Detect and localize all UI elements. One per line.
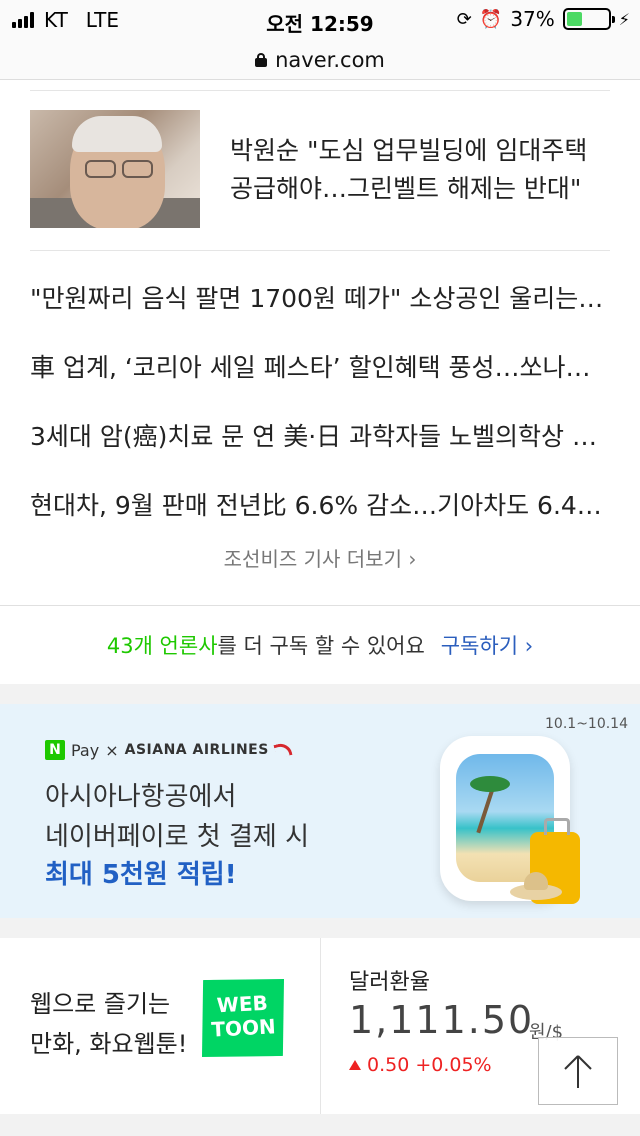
spacer bbox=[0, 918, 640, 938]
battery-percent: 37% bbox=[510, 7, 555, 31]
ad-line1: 아시아나항공에서 bbox=[45, 782, 237, 812]
news-item[interactable]: 현대차, 9월 판매 전년比 6.6% 감소…기아차도 6.4… bbox=[30, 477, 610, 546]
up-triangle-icon bbox=[349, 1060, 361, 1070]
exchange-change-value: 0.50 bbox=[367, 1054, 410, 1076]
news-list: "만원짜리 음식 팔면 1700원 떼가" 소상공인 울리는… 車 업계, ‘코… bbox=[30, 270, 610, 546]
ad-line3: 최대 5천원 적립! bbox=[45, 860, 237, 890]
subscribe-button[interactable]: 구독하기 › bbox=[441, 630, 533, 660]
subscribe-text: 43개 언론사를 더 구독 할 수 있어요 bbox=[107, 630, 425, 660]
naver-pay-logo-icon: N bbox=[45, 740, 65, 760]
spacer bbox=[0, 684, 640, 704]
asiana-logo-icon bbox=[273, 741, 293, 759]
webtoon-logo-line2: TOON bbox=[210, 1014, 277, 1042]
webtoon-logo-icon: WEB TOON bbox=[198, 976, 288, 1060]
featured-title-line2: 공급해야…그린벨트 해제는 반대" bbox=[230, 174, 582, 203]
exchange-change-pct: +0.05% bbox=[415, 1054, 492, 1076]
spacer bbox=[0, 1114, 640, 1136]
news-item[interactable]: 車 업계, ‘코리아 세일 페스타’ 할인혜택 풍성…쏘나… bbox=[30, 339, 610, 408]
news-item[interactable]: "만원짜리 음식 팔면 1700원 떼가" 소상공인 울리는… bbox=[30, 270, 610, 339]
battery-fill bbox=[566, 12, 582, 26]
arrow-up-icon bbox=[564, 1055, 592, 1088]
divider bbox=[30, 250, 610, 251]
ad-brand-x: × bbox=[105, 740, 119, 760]
subscribe-count: 43개 언론사 bbox=[106, 634, 218, 658]
featured-title-line1: 박원순 "도심 업무빌딩에 임대주택 bbox=[230, 136, 588, 165]
exchange-rate: 1,111.50 bbox=[349, 998, 535, 1042]
news-item[interactable]: 3세대 암(癌)치료 문 연 美·日 과학자들 노벨의학상 … bbox=[30, 408, 610, 477]
exchange-label: 달러환율 bbox=[349, 970, 430, 995]
ad-brand-airline: ASIANA AIRLINES bbox=[124, 742, 269, 758]
featured-title[interactable]: 박원순 "도심 업무빌딩에 임대주택 공급해야…그린벨트 해제는 반대" bbox=[230, 110, 587, 230]
alarm-icon: ⏰ bbox=[479, 8, 503, 30]
battery-icon bbox=[562, 8, 615, 30]
lock-icon bbox=[255, 52, 268, 67]
ad-brand-pay: Pay bbox=[71, 740, 100, 760]
webtoon-card[interactable]: 웹으로 즐기는 만화, 화요웹툰! WEB TOON bbox=[0, 938, 320, 1114]
url-bar[interactable]: naver.com bbox=[0, 40, 640, 80]
ad-banner[interactable]: 10.1~10.14 N Pay × ASIANA AIRLINES 아시아나항… bbox=[0, 704, 640, 918]
subscribe-rest: 를 더 구독 할 수 있어요 bbox=[217, 634, 425, 658]
ad-line2: 네이버페이로 첫 결제 시 bbox=[45, 822, 309, 852]
exchange-change: 0.50 +0.05% bbox=[349, 1054, 492, 1076]
featured-article[interactable]: 박원순 "도심 업무빌딩에 임대주택 공급해야…그린벨트 해제는 반대" bbox=[30, 110, 610, 230]
subscribe-banner: 43개 언론사를 더 구독 할 수 있어요 구독하기 › bbox=[0, 606, 640, 684]
ad-dates: 10.1~10.14 bbox=[545, 716, 628, 732]
scroll-to-top-button[interactable] bbox=[538, 1037, 618, 1105]
status-right: ⟳ ⏰ 37% ⚡ bbox=[457, 7, 630, 31]
hat-illustration bbox=[510, 872, 562, 900]
divider bbox=[30, 90, 610, 91]
url-text: naver.com bbox=[275, 47, 385, 72]
webtoon-text: 웹으로 즐기는 만화, 화요웹툰! bbox=[30, 984, 187, 1064]
charging-icon: ⚡ bbox=[618, 9, 630, 29]
rotation-lock-icon: ⟳ bbox=[456, 8, 472, 30]
article-thumbnail bbox=[30, 110, 200, 228]
ad-brand: N Pay × ASIANA AIRLINES bbox=[45, 740, 293, 760]
webtoon-line1: 웹으로 즐기는 bbox=[30, 990, 171, 1018]
more-articles-link[interactable]: 조선비즈 기사 더보기 › bbox=[0, 543, 640, 572]
webtoon-line2: 만화, 화요웹툰! bbox=[30, 1030, 188, 1058]
status-bar: KT LTE 오전 12:59 ⟳ ⏰ 37% ⚡ bbox=[0, 0, 640, 40]
